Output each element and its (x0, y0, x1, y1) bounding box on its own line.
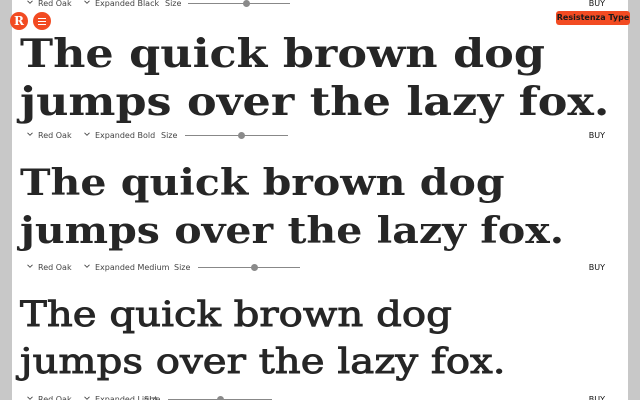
font-style-dropdown[interactable]: Expanded Black (84, 0, 159, 12)
sample-text[interactable]: The quick brown dog jumps over the lazy … (20, 159, 628, 255)
font-family-dropdown[interactable]: Red Oak (27, 392, 72, 400)
chevron-down-icon (27, 264, 33, 268)
menu-button[interactable] (33, 12, 51, 30)
chevron-down-icon (84, 0, 90, 4)
hamburger-icon (38, 17, 46, 19)
chevron-down-icon (27, 132, 33, 136)
sample-line-2: jumps over the lazy fox. (20, 210, 565, 252)
size-label: Size (144, 395, 161, 400)
slider-thumb[interactable] (242, 0, 250, 7)
slider-track (185, 135, 288, 136)
brand-link[interactable]: Resistenza Type (556, 11, 630, 25)
font-family-dropdown[interactable]: Red Oak (27, 260, 72, 276)
sample-text[interactable]: The quick brown dog jumps over the lazy … (19, 292, 628, 386)
type-specimen-page: Red Oak Expanded Black Size BUY The quic… (12, 0, 628, 400)
specimen-toolbar: Red Oak Expanded Bold Size BUY (12, 128, 628, 144)
font-style-label: Expanded Bold (95, 131, 156, 140)
font-family-label: Red Oak (38, 263, 72, 272)
sample-line-1: The quick brown dog (20, 162, 505, 204)
font-style-label: Expanded Medium (95, 263, 170, 272)
font-family-label: Red Oak (38, 0, 72, 8)
slider-thumb[interactable] (216, 396, 224, 400)
brand-logo-icon[interactable]: R (10, 12, 28, 30)
font-style-dropdown[interactable]: Expanded Medium (84, 260, 169, 276)
slider-track (198, 267, 300, 268)
logo-glyph: R (14, 14, 24, 28)
slider-thumb[interactable] (250, 264, 258, 271)
size-slider[interactable] (188, 0, 290, 12)
specimen-toolbar: Red Oak Expanded Light Size BUY (12, 392, 628, 400)
specimen-toolbar: Red Oak Expanded Medium Size BUY (12, 260, 628, 276)
slider-thumb[interactable] (238, 132, 246, 139)
chevron-down-icon (27, 0, 33, 4)
font-family-label: Red Oak (38, 131, 72, 140)
size-label: Size (161, 131, 178, 140)
size-slider[interactable] (198, 260, 300, 276)
font-style-dropdown[interactable]: Expanded Bold (84, 128, 155, 144)
chevron-down-icon (84, 264, 90, 268)
sample-text[interactable]: The quick brown dog jumps over the lazy … (20, 30, 628, 126)
font-style-label: Expanded Black (95, 0, 160, 8)
size-label: Size (165, 0, 182, 8)
size-slider[interactable] (185, 128, 288, 144)
font-family-dropdown[interactable]: Red Oak (27, 128, 72, 144)
sample-line-2: jumps over the lazy fox. (20, 79, 610, 125)
size-slider[interactable] (168, 392, 272, 400)
sample-line-1: The quick brown dog (20, 31, 545, 77)
font-family-dropdown[interactable]: Red Oak (27, 0, 72, 12)
buy-link[interactable]: BUY (589, 128, 605, 144)
font-family-label: Red Oak (38, 395, 72, 400)
buy-link[interactable]: BUY (589, 392, 605, 400)
chevron-down-icon (84, 396, 90, 400)
sample-line-2: jumps over the lazy fox. (19, 342, 506, 383)
chevron-down-icon (84, 132, 90, 136)
sample-line-1: The quick brown dog (19, 295, 452, 336)
chevron-down-icon (27, 396, 33, 400)
buy-link[interactable]: BUY (589, 260, 605, 276)
size-label: Size (174, 263, 191, 272)
specimen-toolbar: Red Oak Expanded Black Size BUY (12, 0, 628, 12)
slider-track (188, 3, 290, 4)
